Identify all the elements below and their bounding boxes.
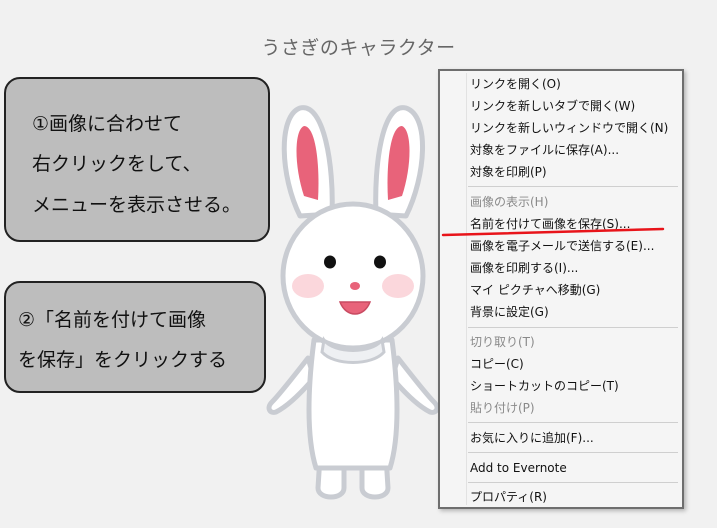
- rabbit-illustration[interactable]: [258, 96, 448, 508]
- callout-1-line-2: 右クリックをして、: [32, 153, 202, 175]
- callout-1-line-3: メニューを表示させる。: [32, 194, 242, 216]
- menu-item-set-as-background[interactable]: 背景に設定(G): [470, 304, 549, 320]
- page-title: うさぎのキャラクター: [261, 37, 456, 59]
- menu-separator: [468, 452, 678, 453]
- callout-1-line-1: ①画像に合わせて: [32, 113, 183, 135]
- menu-item-print-image[interactable]: 画像を印刷する(I)...: [470, 260, 578, 276]
- menu-item-go-to-my-pictures[interactable]: マイ ピクチャへ移動(G): [470, 282, 600, 298]
- menu-item-email-image[interactable]: 画像を電子メールで送信する(E)...: [470, 238, 654, 254]
- callout-2-line-1: ②「名前を付けて画像: [18, 309, 207, 331]
- menu-item-open-link[interactable]: リンクを開く(O): [470, 76, 561, 92]
- callout-2-line-2: を保存」をクリックする: [18, 349, 228, 371]
- menu-item-properties[interactable]: プロパティ(R): [470, 489, 547, 505]
- menu-item-paste[interactable]: 貼り付け(P): [470, 400, 535, 416]
- instruction-callout-2: ②「名前を付けて画像 を保存」をクリックする: [4, 281, 266, 393]
- menu-separator: [468, 422, 678, 423]
- menu-item-open-link-new-tab[interactable]: リンクを新しいタブで開く(W): [470, 98, 635, 114]
- menu-gutter: [466, 73, 467, 505]
- menu-item-print-target[interactable]: 対象を印刷(P): [470, 164, 547, 180]
- instruction-callout-1: ①画像に合わせて 右クリックをして、 メニューを表示させる。: [4, 77, 270, 242]
- menu-item-add-to-favorites[interactable]: お気に入りに追加(F)...: [470, 430, 594, 446]
- menu-separator: [468, 482, 678, 483]
- menu-item-open-link-new-window[interactable]: リンクを新しいウィンドウで開く(N): [470, 120, 668, 136]
- context-menu: リンクを開く(O) リンクを新しいタブで開く(W) リンクを新しいウィンドウで開…: [438, 69, 684, 509]
- menu-item-show-image[interactable]: 画像の表示(H): [470, 194, 548, 210]
- menu-item-save-target[interactable]: 対象をファイルに保存(A)...: [470, 142, 619, 158]
- menu-item-add-to-evernote[interactable]: Add to Evernote: [470, 460, 567, 476]
- menu-separator: [468, 186, 678, 187]
- menu-item-cut[interactable]: 切り取り(T): [470, 334, 535, 350]
- menu-item-copy[interactable]: コピー(C): [470, 356, 524, 372]
- menu-item-copy-shortcut[interactable]: ショートカットのコピー(T): [470, 378, 619, 394]
- highlight-underline: [441, 227, 665, 237]
- menu-separator: [468, 327, 678, 328]
